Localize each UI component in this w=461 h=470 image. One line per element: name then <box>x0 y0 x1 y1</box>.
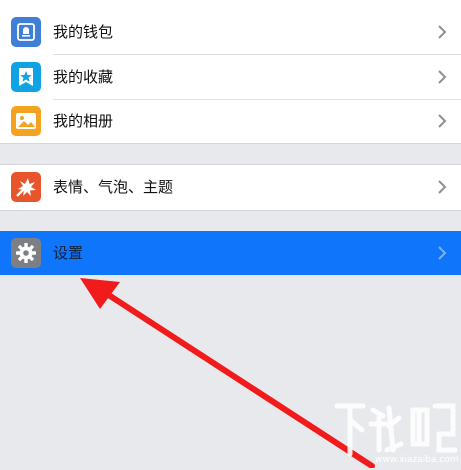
watermark-url: www.xiazaiba.com <box>375 455 459 465</box>
watermark-logo: www.xiazaiba.com <box>331 396 459 466</box>
